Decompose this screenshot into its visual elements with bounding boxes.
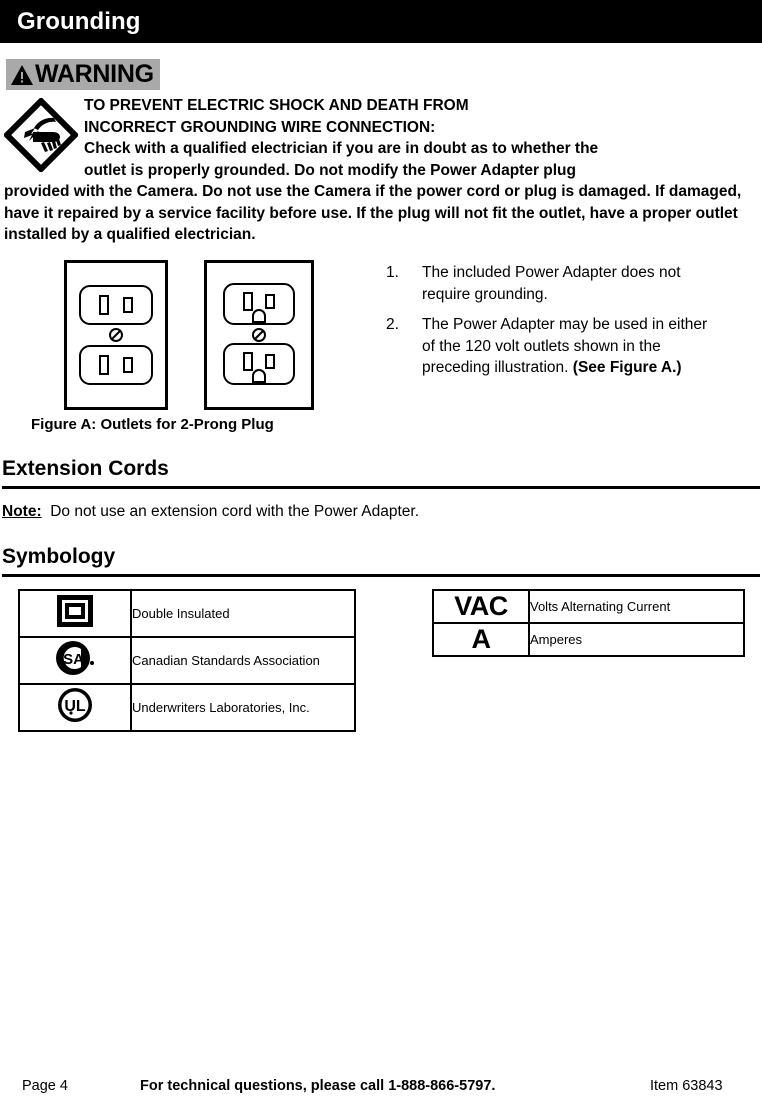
list-item-number: 1. bbox=[386, 264, 399, 281]
table-row: A Amperes bbox=[432, 622, 745, 657]
warning-line-2: INCORRECT GROUNDING WIRE CONNECTION: bbox=[84, 118, 436, 136]
three-prong-grounded-outlet-icon bbox=[204, 260, 314, 415]
list-item: 1. The included Power Adapter does not r… bbox=[386, 262, 716, 305]
table-row: SA Canadian Standards Association bbox=[18, 636, 356, 685]
warning-line-3: Check with a qualified electrician if yo… bbox=[84, 140, 599, 157]
footer-page-number: Page 4 bbox=[22, 1078, 68, 1094]
table-row: VAC Volts Alternating Current bbox=[432, 589, 745, 624]
double-insulated-icon bbox=[18, 589, 132, 638]
note-label: Note: bbox=[2, 503, 42, 520]
section-heading-symbology: Symbology bbox=[2, 545, 116, 568]
section-heading-extension-cords: Extension Cords bbox=[2, 457, 169, 480]
symbology-abbreviation: A bbox=[432, 622, 530, 657]
figure-a-caption: Figure A: Outlets for 2-Prong Plug bbox=[31, 416, 274, 433]
page-header-bar: Grounding bbox=[0, 0, 762, 43]
footer-item-number: Item 63843 bbox=[650, 1078, 723, 1094]
csa-logo-icon: SA bbox=[18, 636, 132, 685]
extension-cord-note: Note: Do not use an extension cord with … bbox=[2, 503, 419, 521]
note-text: Do not use an extension cord with the Po… bbox=[50, 503, 420, 520]
list-item-text: The Power Adapter may be used in either … bbox=[422, 316, 708, 376]
symbology-table-left: Double Insulated SA Canadian Standards A… bbox=[18, 589, 356, 732]
warning-triangle-icon bbox=[10, 64, 34, 86]
two-prong-outlet-icon bbox=[64, 260, 168, 415]
svg-text:UL: UL bbox=[64, 698, 86, 715]
grounding-instruction-list: 1. The included Power Adapter does not r… bbox=[386, 262, 716, 388]
symbology-label: Double Insulated bbox=[130, 589, 356, 638]
list-item-number: 2. bbox=[386, 316, 399, 333]
symbology-label: Volts Alternating Current bbox=[528, 589, 745, 624]
page-title: Grounding bbox=[17, 7, 141, 35]
list-item-text: The included Power Adapter does not requ… bbox=[422, 264, 681, 303]
ul-logo-icon: UL bbox=[18, 683, 132, 732]
warning-body-text: provided with the Camera. Do not use the… bbox=[4, 183, 742, 243]
warning-line-4: outlet is properly grounded. Do not modi… bbox=[84, 161, 576, 179]
symbology-table-right: VAC Volts Alternating Current A Amperes bbox=[432, 589, 745, 657]
section-divider bbox=[2, 574, 760, 577]
svg-text:SA: SA bbox=[63, 651, 84, 668]
symbology-abbreviation: VAC bbox=[432, 589, 530, 624]
symbology-label: Amperes bbox=[528, 622, 745, 657]
warning-banner: WARNING bbox=[6, 59, 160, 90]
warning-indented-text: TO PREVENT ELECTRIC SHOCK AND DEATH FROM… bbox=[84, 95, 756, 181]
list-item-bold-suffix: (See Figure A.) bbox=[572, 359, 682, 376]
electric-shock-hazard-icon bbox=[2, 96, 80, 177]
figure-a-outlets bbox=[64, 260, 314, 415]
warning-line-1: TO PREVENT ELECTRIC SHOCK AND DEATH FROM bbox=[84, 97, 469, 114]
section-divider bbox=[2, 486, 760, 489]
footer-tech-support: For technical questions, please call 1-8… bbox=[140, 1078, 496, 1094]
symbology-label: Underwriters Laboratories, Inc. bbox=[130, 683, 356, 732]
list-item: 2. The Power Adapter may be used in eith… bbox=[386, 314, 716, 379]
table-row: Double Insulated bbox=[18, 589, 356, 638]
symbology-label: Canadian Standards Association bbox=[130, 636, 356, 685]
warning-banner-label: WARNING bbox=[35, 60, 154, 88]
table-row: UL Underwriters Laboratories, Inc. bbox=[18, 683, 356, 732]
